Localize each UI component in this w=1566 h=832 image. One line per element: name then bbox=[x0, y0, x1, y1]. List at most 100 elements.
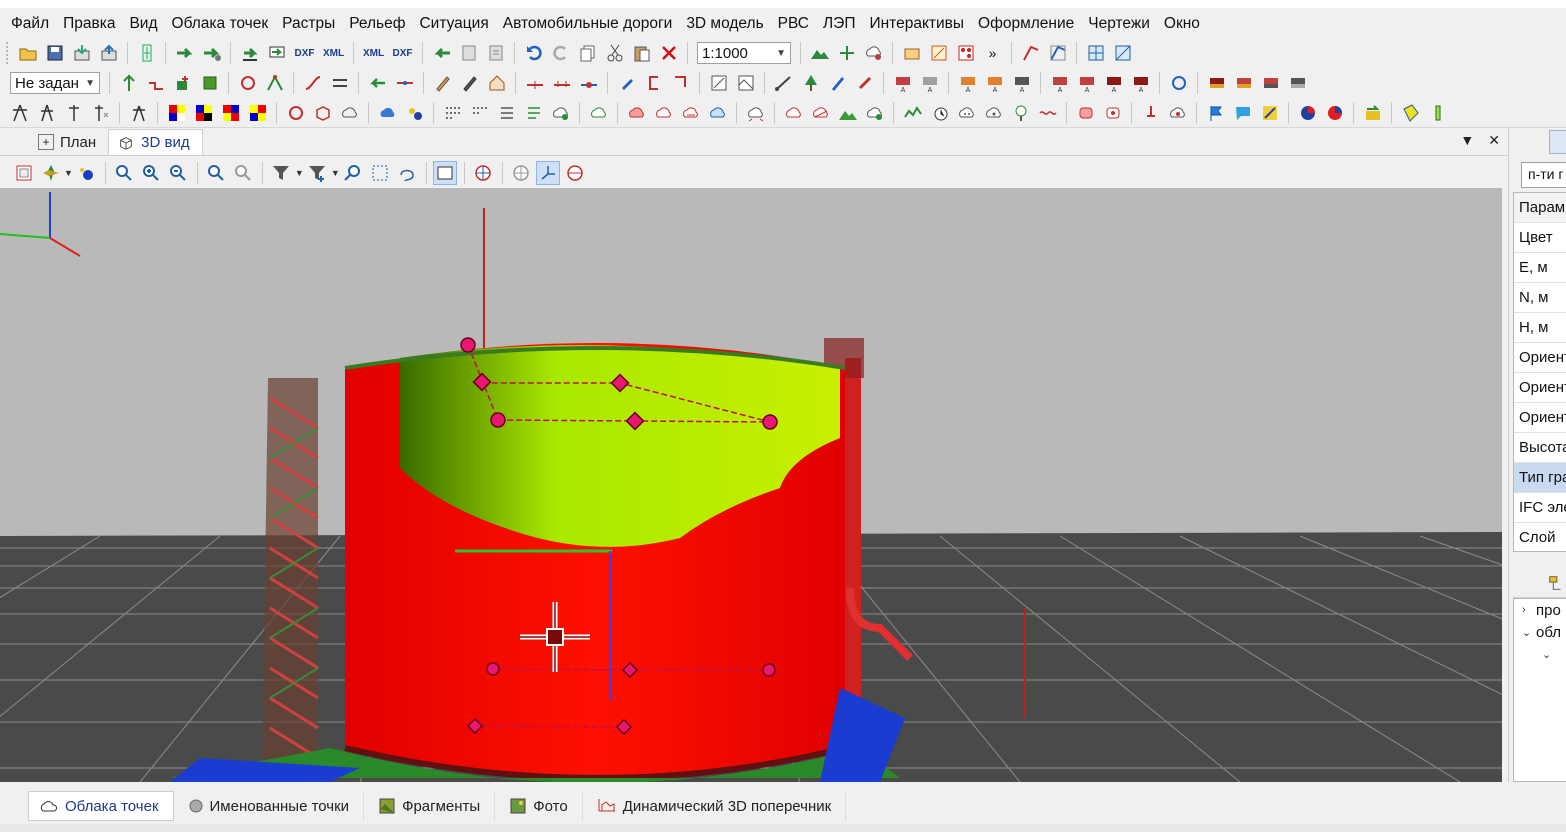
tower-a-icon[interactable] bbox=[8, 101, 32, 125]
cloud-swap-icon[interactable] bbox=[744, 101, 768, 125]
label-b-icon[interactable]: A bbox=[918, 71, 942, 95]
navigate-icon[interactable] bbox=[39, 161, 63, 185]
menu-view[interactable]: Вид bbox=[122, 15, 164, 33]
tower-b-icon[interactable] bbox=[35, 101, 59, 125]
label-e-icon[interactable]: A bbox=[1010, 71, 1034, 95]
property-row-orient-3[interactable]: Ориент bbox=[1514, 403, 1566, 433]
cloud-dots-b-icon[interactable] bbox=[982, 101, 1006, 125]
label-a-icon[interactable]: A bbox=[891, 71, 915, 95]
tree-point-icon[interactable] bbox=[117, 71, 141, 95]
zoom-in-icon[interactable] bbox=[139, 161, 163, 185]
property-row-n[interactable]: N, м bbox=[1514, 283, 1566, 313]
robot-b-icon[interactable] bbox=[1101, 101, 1125, 125]
chevron-down-icon[interactable]: ⌄ bbox=[1542, 648, 1556, 661]
cloud-blue-b-icon[interactable] bbox=[706, 101, 730, 125]
cloud-gear-b-icon[interactable] bbox=[863, 101, 887, 125]
import-arrow-icon[interactable] bbox=[173, 41, 197, 65]
menu-window[interactable]: Окно bbox=[1157, 15, 1207, 33]
export-sheet-icon[interactable] bbox=[457, 41, 481, 65]
zoom-out-icon[interactable] bbox=[166, 161, 190, 185]
menu-3d-model[interactable]: 3D модель bbox=[679, 15, 770, 33]
tree-item-project[interactable]: › про bbox=[1514, 599, 1566, 621]
xml-import-icon[interactable]: XML bbox=[321, 41, 347, 65]
tab-close-button[interactable]: ✕ bbox=[1488, 132, 1500, 149]
dxf-import-icon[interactable]: DXF bbox=[292, 41, 318, 65]
import-down-icon[interactable] bbox=[238, 41, 262, 65]
cut-icon[interactable] bbox=[603, 41, 627, 65]
list-a-icon[interactable] bbox=[495, 101, 519, 125]
points-grid-b-icon[interactable] bbox=[468, 101, 492, 125]
pen-edit-icon[interactable] bbox=[458, 71, 482, 95]
export-arrow-icon[interactable] bbox=[430, 41, 454, 65]
more-tools-button[interactable]: » bbox=[981, 41, 1005, 65]
axis-icon[interactable] bbox=[536, 161, 561, 185]
cloud-points-icon[interactable] bbox=[403, 101, 427, 125]
property-search-input[interactable]: п-ти г bbox=[1521, 162, 1566, 188]
cloud-pin-icon[interactable] bbox=[1166, 101, 1190, 125]
import-icon[interactable] bbox=[70, 41, 94, 65]
resize-icon[interactable] bbox=[707, 71, 731, 95]
color-scheme-c-icon[interactable] bbox=[219, 101, 243, 125]
open-project-icon[interactable] bbox=[16, 41, 40, 65]
tab-point-clouds[interactable]: Облака точек bbox=[28, 791, 174, 821]
layer-select[interactable]: Не задан ▼ bbox=[10, 72, 100, 94]
road-line-icon[interactable] bbox=[523, 71, 547, 95]
grid-edit-icon[interactable] bbox=[1111, 41, 1135, 65]
menu-design[interactable]: Оформление bbox=[971, 15, 1081, 33]
box-fill-icon[interactable] bbox=[734, 71, 758, 95]
pie-b-icon[interactable] bbox=[1323, 101, 1347, 125]
filter-add-icon[interactable] bbox=[305, 161, 329, 185]
cloud-cut-a-icon[interactable] bbox=[782, 101, 806, 125]
bracket-icon[interactable] bbox=[642, 71, 666, 95]
copy-icon[interactable] bbox=[576, 41, 600, 65]
cloud-red-c-icon[interactable] bbox=[679, 101, 703, 125]
line-point-icon[interactable] bbox=[393, 71, 417, 95]
property-row-e[interactable]: E, м bbox=[1514, 253, 1566, 283]
point-blue-icon[interactable] bbox=[74, 161, 98, 185]
cloud-cut-b-icon[interactable] bbox=[809, 101, 833, 125]
menu-relief[interactable]: Рельеф bbox=[342, 15, 412, 33]
wave-icon[interactable] bbox=[1036, 101, 1060, 125]
eraser-icon[interactable] bbox=[853, 71, 877, 95]
frame-select-icon[interactable] bbox=[368, 161, 392, 185]
property-row-h[interactable]: H, м bbox=[1514, 313, 1566, 343]
save-icon[interactable] bbox=[43, 41, 67, 65]
tab-menu-button[interactable]: ▼ bbox=[1460, 132, 1474, 149]
export-icon[interactable] bbox=[97, 41, 121, 65]
pattern-icon[interactable] bbox=[954, 41, 978, 65]
cloud-outline-icon[interactable] bbox=[338, 101, 362, 125]
property-row-layer[interactable]: Слой bbox=[1514, 523, 1566, 551]
polyline-edit-icon[interactable] bbox=[1046, 41, 1070, 65]
drawing-icon[interactable] bbox=[927, 41, 951, 65]
tab-dynamic-cross-section[interactable]: Динамический 3D поперечник bbox=[587, 791, 847, 821]
road-edge-icon[interactable] bbox=[550, 71, 574, 95]
scale-select[interactable]: 1:1000 ▼ bbox=[697, 42, 791, 64]
cloud-dots-a-icon[interactable] bbox=[955, 101, 979, 125]
arrow-left-icon[interactable] bbox=[366, 71, 390, 95]
cloud-red-a-icon[interactable] bbox=[625, 101, 649, 125]
layers-icon[interactable] bbox=[135, 41, 159, 65]
chevron-down-icon[interactable]: ⌄ bbox=[1522, 626, 1536, 639]
property-row-orient-1[interactable]: Ориент bbox=[1514, 343, 1566, 373]
menu-situation[interactable]: Ситуация bbox=[412, 15, 495, 33]
tower-c-icon[interactable] bbox=[127, 101, 151, 125]
sheet-c-icon[interactable] bbox=[1259, 71, 1283, 95]
label-d-icon[interactable]: A bbox=[983, 71, 1007, 95]
sheet-d-icon[interactable] bbox=[1286, 71, 1310, 95]
zoom-extents-icon[interactable] bbox=[112, 161, 136, 185]
frame-mode-icon[interactable] bbox=[433, 161, 458, 185]
color-scheme-a-icon[interactable] bbox=[165, 101, 189, 125]
3d-viewport[interactable] bbox=[0, 188, 1502, 782]
dxf-export-icon[interactable]: DXF bbox=[390, 41, 416, 65]
pole-setting-icon[interactable] bbox=[89, 101, 113, 125]
brush-icon[interactable] bbox=[615, 71, 639, 95]
polyline-icon[interactable] bbox=[1019, 41, 1043, 65]
cloud-green-icon[interactable] bbox=[587, 101, 611, 125]
globe-icon[interactable] bbox=[509, 161, 533, 185]
label-f-icon[interactable]: A bbox=[1048, 71, 1072, 95]
label-c-icon[interactable]: A bbox=[956, 71, 980, 95]
curve-icon[interactable] bbox=[301, 71, 325, 95]
measure-icon[interactable] bbox=[772, 71, 796, 95]
lasso-icon[interactable] bbox=[395, 161, 419, 185]
tree-item-clouds[interactable]: ⌄ обл bbox=[1514, 621, 1566, 643]
